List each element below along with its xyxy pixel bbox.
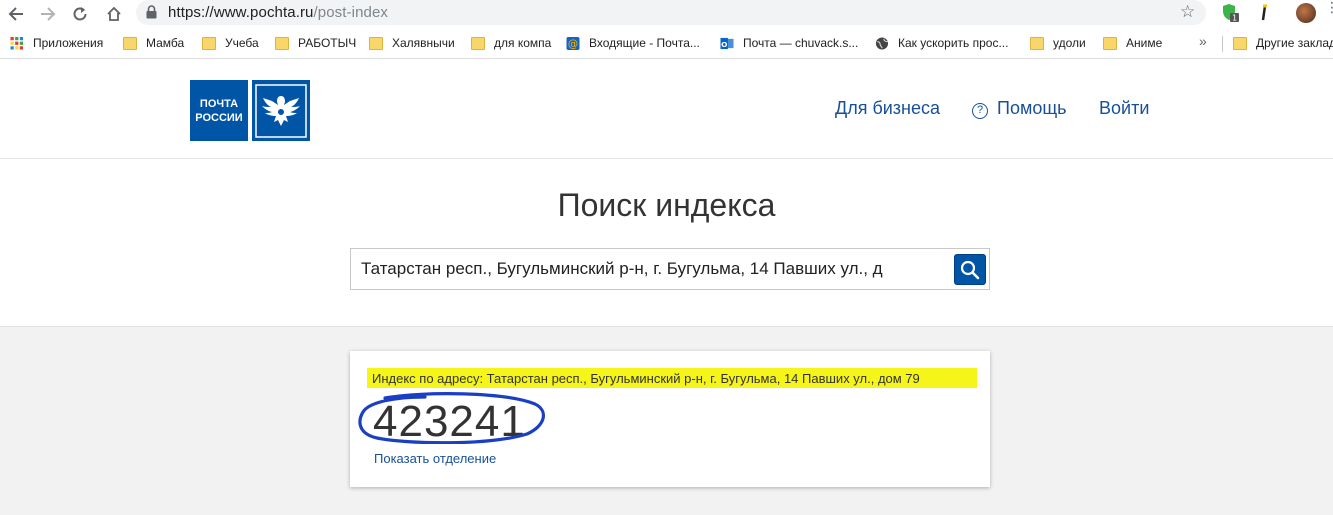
bookmark-folder[interactable]: Мамба	[123, 36, 184, 50]
logo-line-1: ПОЧТА	[199, 97, 239, 110]
nav-help-label: Помощь	[997, 98, 1067, 118]
folder-icon	[369, 36, 383, 50]
apps-grid-icon	[10, 36, 24, 50]
bookmark-folder[interactable]: Учеба	[202, 36, 259, 50]
bookmarks-divider	[1222, 36, 1223, 52]
folder-icon	[471, 36, 485, 50]
result-address-label: Индекс по адресу: Татарстан респ., Бугул…	[370, 370, 922, 387]
shield-extension-icon[interactable]: 1	[1221, 3, 1241, 23]
profile-avatar[interactable]	[1296, 3, 1316, 23]
folder-icon	[1233, 36, 1247, 50]
search-box	[350, 248, 990, 290]
show-office-link[interactable]: Показать отделение	[374, 451, 496, 466]
menu-dots-icon[interactable]: ⋮	[1325, 0, 1333, 14]
folder-icon	[202, 36, 216, 50]
bookmark-folder[interactable]: Аниме	[1103, 36, 1162, 50]
reload-icon[interactable]	[68, 2, 92, 26]
bookmark-folder[interactable]: для компа	[471, 36, 551, 50]
nav-login-link[interactable]: Войти	[1099, 98, 1149, 119]
nav-help-link[interactable]: ? Помощь	[972, 98, 1067, 119]
folder-icon	[1103, 36, 1117, 50]
folder-icon	[123, 36, 137, 50]
svg-text:@: @	[568, 39, 578, 50]
back-arrow-icon[interactable]	[4, 2, 28, 26]
nav-business-link[interactable]: Для бизнеса	[835, 98, 940, 119]
search-section: Поиск индекса	[0, 159, 1333, 327]
folder-icon	[275, 36, 289, 50]
address-search-input[interactable]	[361, 258, 951, 280]
bookmark-folder[interactable]: удоли	[1030, 36, 1086, 50]
bookmark-folder[interactable]: Халявнычи	[369, 36, 455, 50]
bookmark-inbox[interactable]: @ Входящие - Почта...	[566, 36, 700, 50]
pochta-logo[interactable]: ПОЧТА РОССИИ	[190, 80, 310, 141]
question-circle-icon: ?	[972, 103, 988, 119]
forward-arrow-icon[interactable]	[36, 2, 60, 26]
site-header: ПОЧТА РОССИИ Для бизнеса ? Помощь Войти	[0, 59, 1333, 159]
outlook-icon: O	[720, 37, 734, 49]
bookmarks-bar: Приложения Мамба Учеба РАБОТЫЧ Халявнычи…	[0, 28, 1333, 59]
eagle-emblem-icon	[252, 80, 310, 141]
globe-icon	[875, 36, 889, 50]
bookmark-folder[interactable]: РАБОТЫЧ	[275, 36, 356, 50]
logo-wordmark: ПОЧТА РОССИИ	[190, 80, 248, 141]
svg-text:1: 1	[1232, 14, 1237, 23]
mail-at-icon: @	[566, 36, 580, 50]
result-area: Индекс по адресу: Татарстан респ., Бугул…	[0, 327, 1333, 515]
svg-text:O: O	[721, 39, 727, 48]
bookmark-other[interactable]: Другие заклад	[1233, 36, 1333, 50]
search-icon	[960, 260, 980, 279]
bookmark-star-icon[interactable]: ☆	[1180, 2, 1195, 22]
page-title: Поиск индекса	[557, 187, 776, 223]
folder-icon	[1030, 36, 1044, 50]
lock-icon	[146, 5, 157, 19]
url-text[interactable]: https://www.pochta.ru/post-index	[168, 4, 388, 21]
result-card: Индекс по адресу: Татарстан респ., Бугул…	[350, 351, 990, 487]
more-bookmarks-button[interactable]: »	[1199, 33, 1207, 49]
bookmark-apps[interactable]: Приложения	[10, 36, 103, 50]
logo-line-2: РОССИИ	[195, 111, 243, 124]
bookmark-article[interactable]: Как ускорить прос...	[875, 36, 1008, 50]
yandex-extension-icon[interactable]	[1254, 3, 1274, 23]
search-button[interactable]	[954, 254, 986, 285]
home-icon[interactable]	[102, 2, 126, 26]
bookmark-outlook[interactable]: O Почта — chuvack.s...	[720, 36, 858, 50]
browser-toolbar: https://www.pochta.ru/post-index ☆ 1 ⋮	[0, 0, 1333, 28]
circle-annotation	[358, 392, 545, 444]
